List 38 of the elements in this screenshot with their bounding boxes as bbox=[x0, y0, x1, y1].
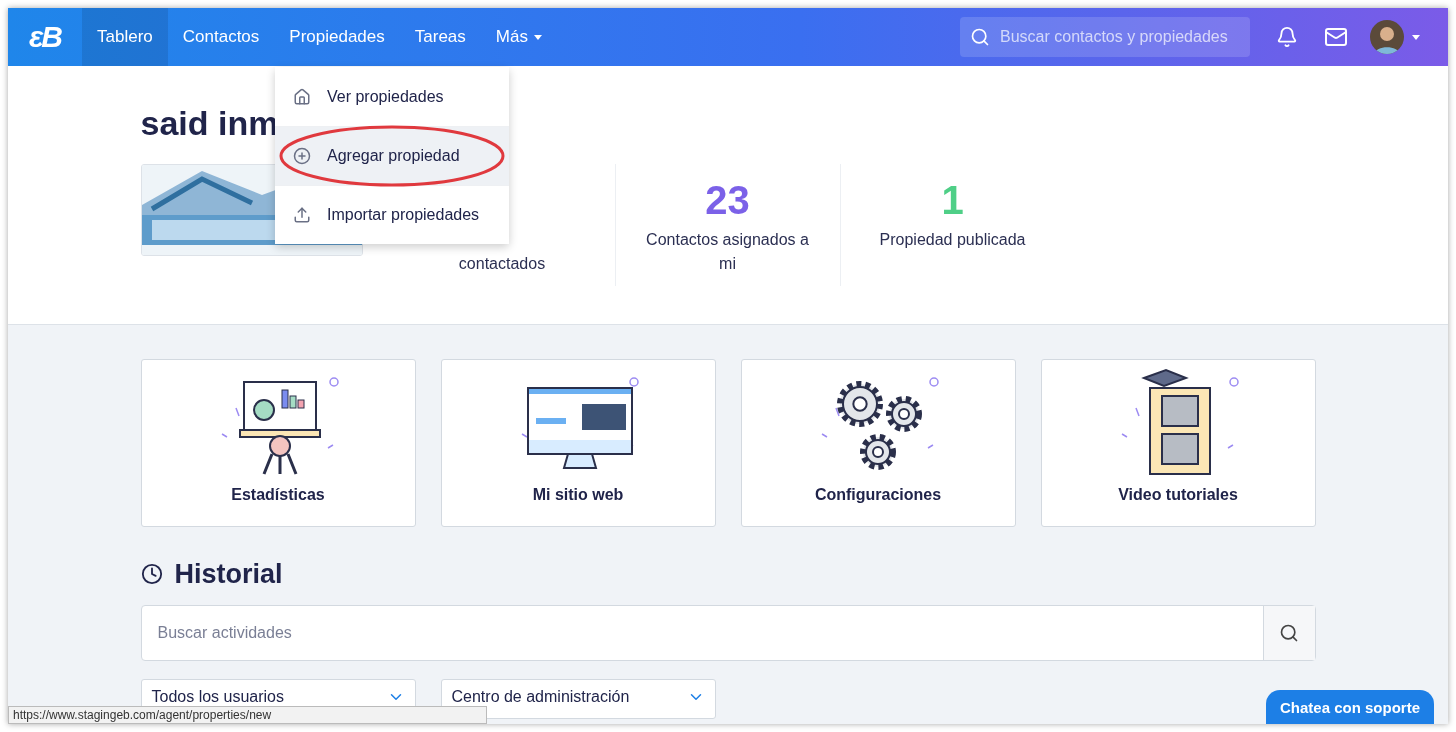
bell-icon[interactable] bbox=[1276, 26, 1298, 48]
nav-tab[interactable]: Más bbox=[480, 8, 557, 66]
section-title: Historial bbox=[174, 558, 283, 590]
menu-item[interactable]: Importar propiedades bbox=[275, 185, 509, 244]
card-label: Configuraciones bbox=[814, 486, 942, 504]
upload-icon bbox=[293, 206, 311, 224]
stat-number: 1 bbox=[941, 178, 964, 224]
shortcut-card[interactable]: Mi sitio web bbox=[440, 359, 716, 527]
clock-icon bbox=[140, 563, 163, 585]
shortcut-card[interactable]: Configuraciones bbox=[740, 359, 1016, 527]
stat-number: 23 bbox=[705, 178, 750, 224]
dropdown-select[interactable]: Centro de administración bbox=[440, 679, 716, 719]
nav-tab[interactable]: Tablero bbox=[82, 8, 168, 66]
chat-button[interactable]: Chatea con soporte bbox=[1265, 690, 1434, 724]
nav-tab[interactable]: Propiedades bbox=[274, 8, 400, 66]
plus-circle-icon bbox=[293, 147, 311, 165]
shortcut-card[interactable]: Video tutoriales bbox=[1040, 359, 1316, 527]
mail-icon[interactable] bbox=[1324, 25, 1348, 49]
nav-tab[interactable]: Contactos bbox=[167, 8, 275, 66]
search-icon bbox=[970, 27, 990, 47]
stat-label: contactados bbox=[457, 254, 547, 274]
card-label: Mi sitio web bbox=[532, 486, 624, 504]
home-icon bbox=[293, 87, 311, 106]
card-label: Estadísticas bbox=[231, 486, 325, 504]
stat-label: Propiedad publicada bbox=[878, 230, 1027, 250]
avatar[interactable] bbox=[1370, 20, 1404, 54]
menu-item[interactable]: Agregar propiedad bbox=[275, 126, 509, 185]
search-input[interactable]: Buscar contactos y propiedades bbox=[998, 27, 1238, 47]
logo[interactable]: εB bbox=[8, 8, 82, 66]
card-label: Video tutoriales bbox=[1118, 486, 1238, 504]
url-tooltip: https://www.stagingeb.com/agent/properties/new bbox=[8, 706, 487, 724]
search-icon[interactable] bbox=[1262, 606, 1315, 660]
nav-tab[interactable]: Tareas bbox=[399, 8, 481, 66]
stat-label: Contactos asignados a mi bbox=[645, 230, 810, 274]
search-field[interactable]: Buscar contactos y propiedades bbox=[960, 17, 1250, 57]
menu-item[interactable]: Ver propiedades bbox=[275, 67, 509, 126]
shortcut-card[interactable]: Estadísticas bbox=[140, 359, 416, 527]
caret-icon[interactable] bbox=[1412, 34, 1420, 40]
